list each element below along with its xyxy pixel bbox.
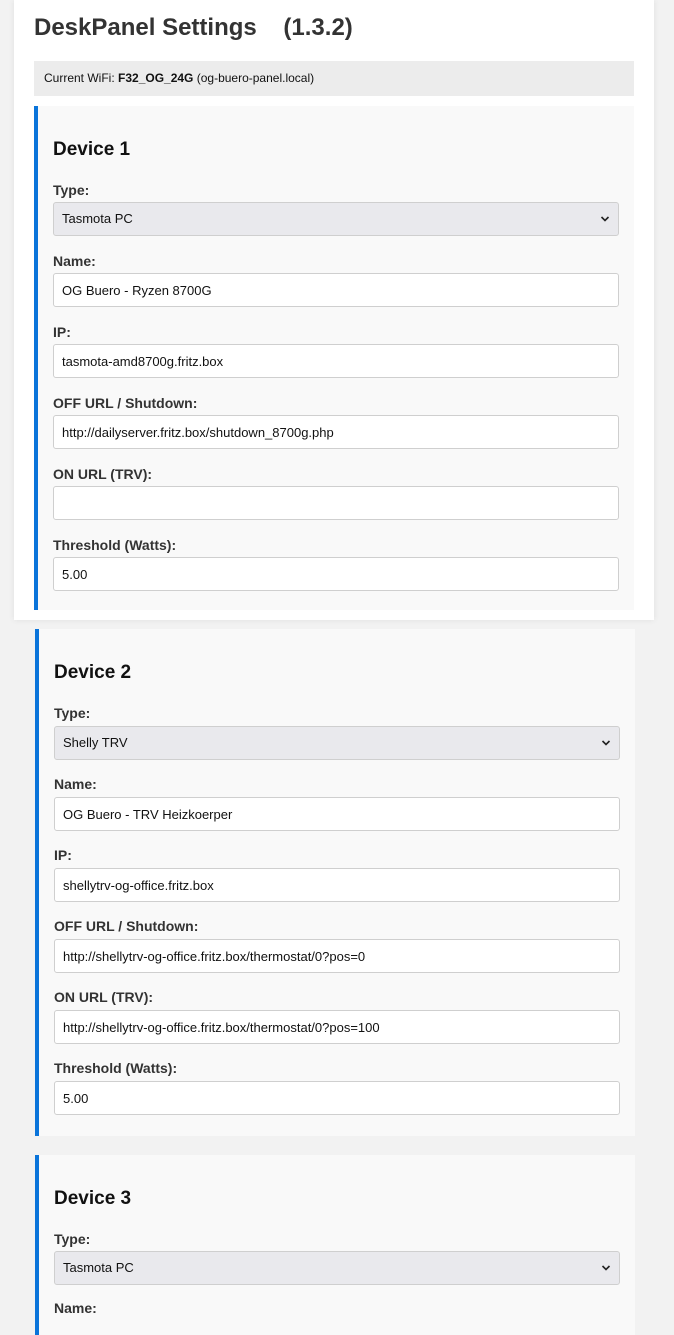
threshold-label: Threshold (Watts): (53, 537, 177, 553)
threshold-label: Threshold (Watts): (54, 1060, 178, 1076)
chevron-down-icon (600, 215, 610, 223)
type-select-value: Shelly TRV (63, 735, 128, 750)
off-url-input[interactable] (54, 939, 620, 973)
on-url-input[interactable] (53, 486, 619, 520)
name-label: Name: (53, 253, 96, 269)
off-url-label: OFF URL / Shutdown: (54, 918, 199, 934)
version-label: (1.3.2) (283, 14, 353, 41)
off-url-label: OFF URL / Shutdown: (53, 395, 198, 411)
off-url-input[interactable] (53, 415, 619, 449)
name-input[interactable] (53, 273, 619, 307)
type-select-value: Tasmota PC (62, 211, 133, 226)
device-card-2: Device 2 Type: Shelly TRV Name: IP: OFF … (35, 629, 635, 1136)
type-select[interactable]: Tasmota PC (54, 1251, 620, 1285)
type-label: Type: (54, 1231, 91, 1247)
ip-label: IP: (53, 324, 71, 340)
type-label: Type: (54, 705, 91, 721)
wifi-label: Current WiFi: (44, 71, 115, 85)
page-title-text: DeskPanel Settings (34, 14, 257, 41)
name-label: Name: (54, 776, 97, 792)
chevron-down-icon (601, 739, 611, 747)
ip-input[interactable] (54, 868, 620, 902)
device-title: Device 1 (53, 139, 131, 160)
on-url-label: ON URL (TRV): (54, 989, 154, 1005)
ip-label: IP: (54, 847, 72, 863)
on-url-input[interactable] (54, 1010, 620, 1044)
device-title: Device 2 (54, 662, 132, 683)
type-select[interactable]: Tasmota PC (53, 202, 619, 236)
on-url-label: ON URL (TRV): (53, 466, 153, 482)
threshold-input[interactable] (53, 557, 619, 591)
type-select-value: Tasmota PC (63, 1260, 134, 1275)
wifi-ssid: F32_OG_24G (118, 71, 194, 85)
name-input[interactable] (54, 797, 620, 831)
ip-input[interactable] (53, 344, 619, 378)
wifi-hostname: (og-buero-panel.local) (196, 71, 315, 85)
device-title: Device 3 (54, 1188, 132, 1209)
chevron-down-icon (601, 1264, 611, 1272)
type-label: Type: (53, 182, 90, 198)
threshold-input[interactable] (54, 1081, 620, 1115)
type-select[interactable]: Shelly TRV (54, 726, 620, 760)
device-card-1: Device 1 Type: Tasmota PC Name: IP: OFF … (34, 106, 634, 610)
device-card-3: Device 3 Type: Tasmota PC Name: (35, 1155, 635, 1335)
page-title: DeskPanel Settings (1.3.2) (34, 14, 353, 42)
wifi-status-bar: Current WiFi: F32_OG_24G (og-buero-panel… (34, 61, 634, 96)
